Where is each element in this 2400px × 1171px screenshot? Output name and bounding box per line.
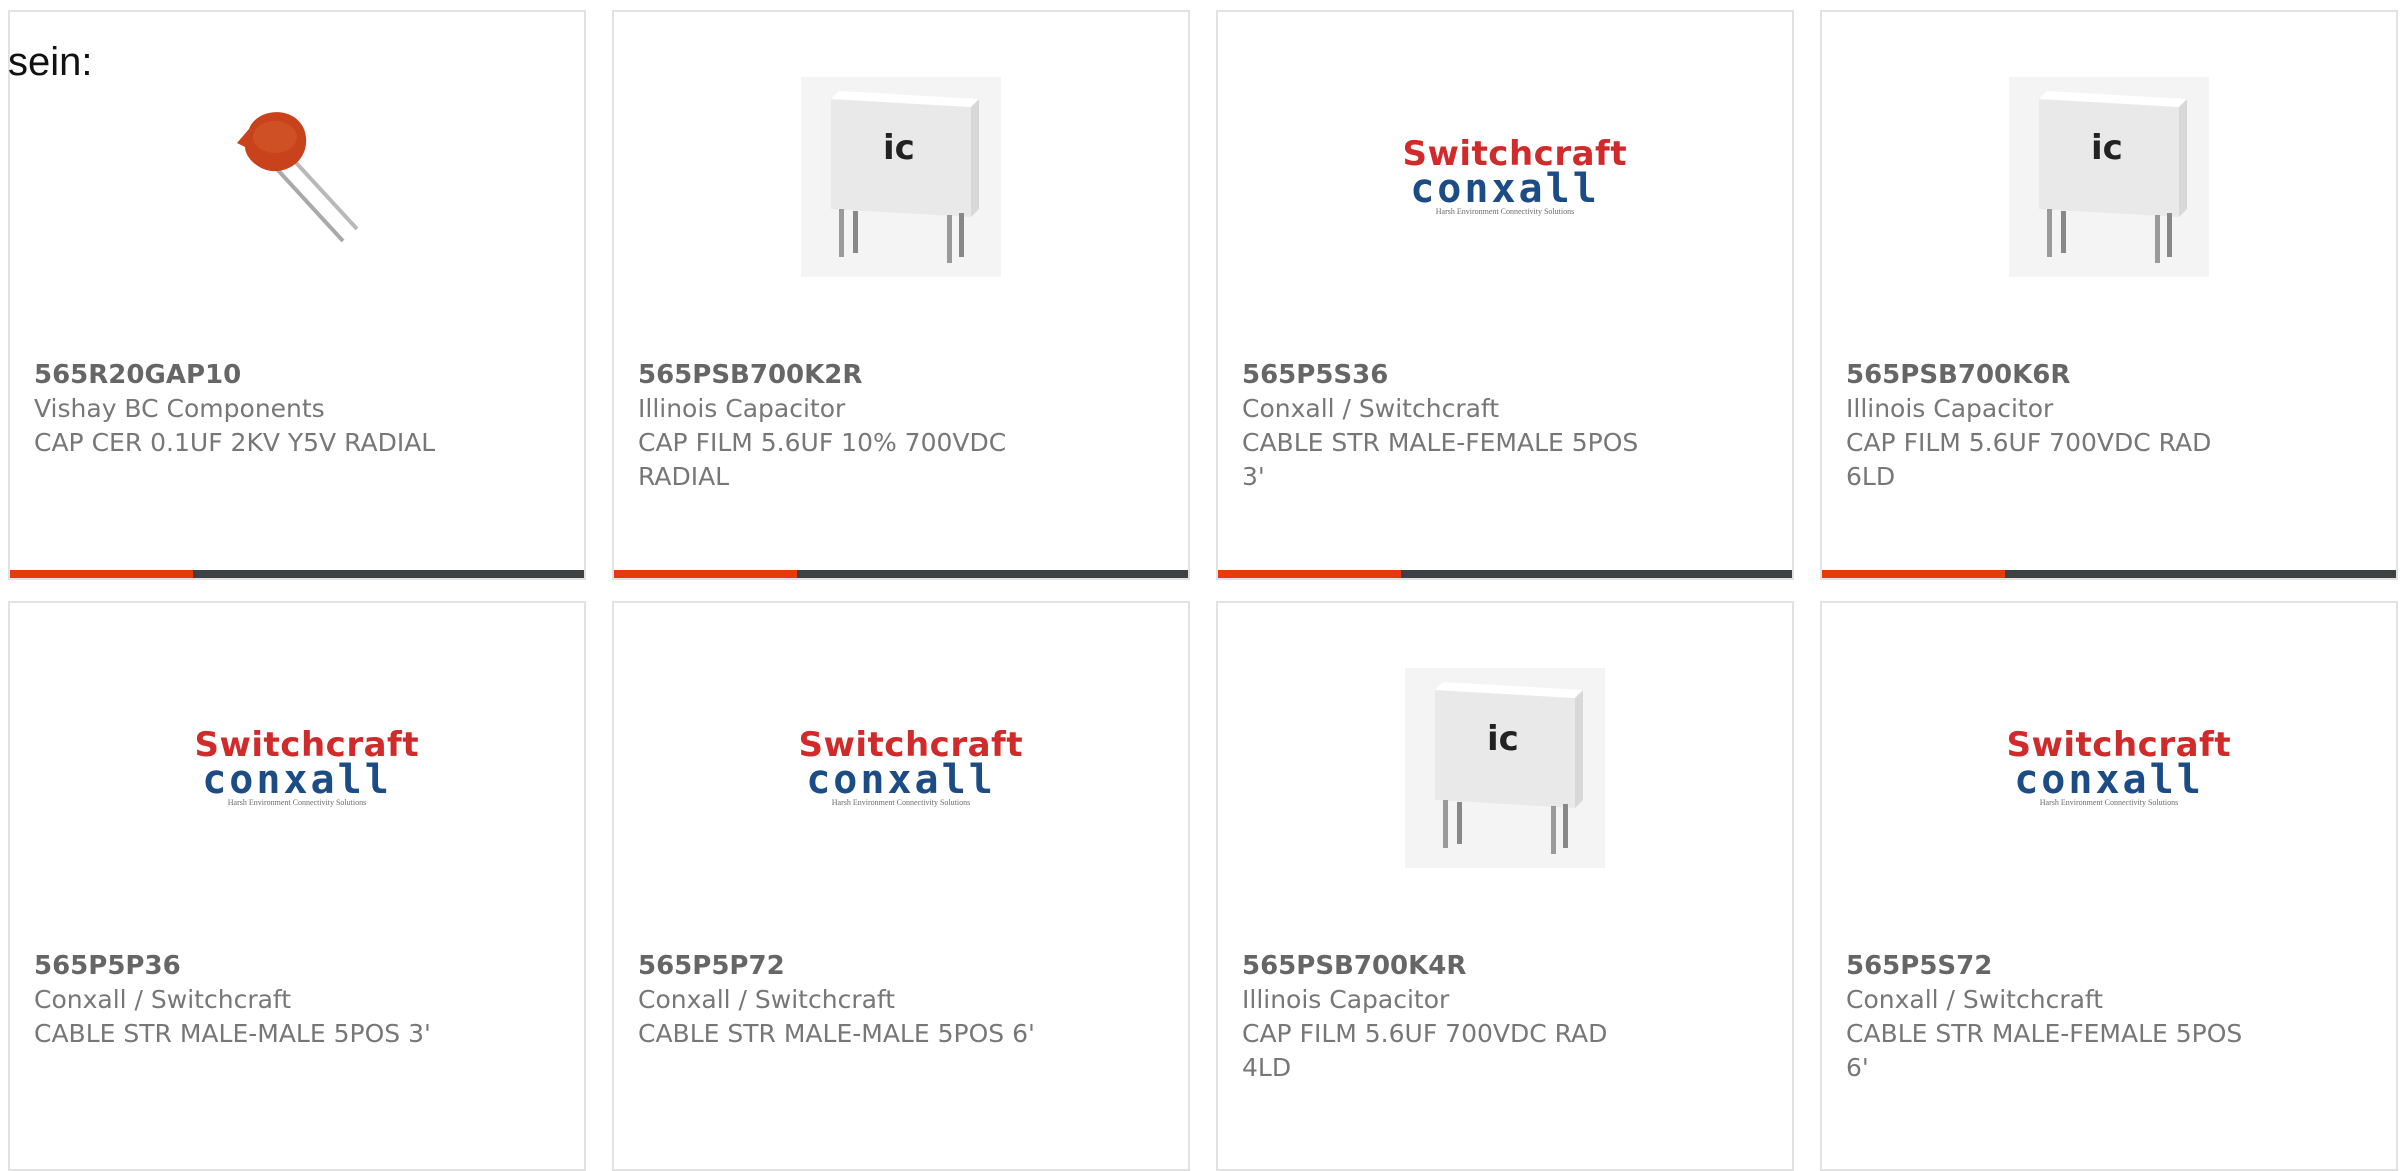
product-image[interactable]: Switchcraft conxall Harsh Environment Co… (1822, 643, 2396, 893)
switchcraft-logo: Switchcraft conxall Harsh Environment Co… (2007, 728, 2231, 808)
part-number[interactable]: 565P5S36 (1242, 358, 1768, 392)
manufacturer-name: Conxall / Switchcraft (1846, 985, 2104, 1014)
part-number[interactable]: 565PSB700K2R (638, 358, 1164, 392)
product-card[interactable]: Switchcraft conxall Harsh Environment Co… (612, 601, 1190, 1171)
product-description: CAP FILM 5.6UF 700VDC RAD 4LD (1242, 1019, 1608, 1082)
card-footer-bar (10, 570, 584, 578)
manufacturer-name: Illinois Capacitor (1242, 985, 1450, 1014)
card-accent-bar (10, 570, 193, 578)
product-card[interactable]: ic 565PSB700K6R Illinois Capacitor CAP F… (1820, 10, 2398, 580)
product-image[interactable]: Switchcraft conxall Harsh Environment Co… (614, 643, 1188, 893)
part-number[interactable]: 565P5S72 (1846, 949, 2372, 983)
product-image[interactable]: ic (1218, 643, 1792, 893)
ic-brand-mark: ic (2091, 128, 2123, 168)
manufacturer-name: Illinois Capacitor (638, 394, 846, 423)
conxall-wordmark: conxall (1410, 166, 1600, 212)
product-card[interactable]: Switchcraft conxall Harsh Environment Co… (1216, 10, 1794, 580)
card-accent-bar (614, 570, 797, 578)
manufacturer-name: Conxall / Switchcraft (638, 985, 896, 1014)
card-footer-bar (614, 570, 1188, 578)
product-card[interactable]: ic 565PSB700K4R Illinois Capacitor CAP F… (1216, 601, 1794, 1171)
product-card[interactable]: ic 565PSB700K2R Illinois Capacitor CAP F… (612, 10, 1190, 580)
card-footer-bar (1822, 570, 2396, 578)
manufacturer-name: Vishay BC Components (34, 394, 325, 423)
film-capacitor-image: ic (1405, 668, 1605, 868)
page-prefix-text: sein: (8, 40, 93, 84)
product-card[interactable]: Switchcraft conxall Harsh Environment Co… (1820, 601, 2398, 1171)
product-description: CAP FILM 5.6UF 10% 700VDC RADIAL (638, 428, 1007, 491)
conxall-wordmark: conxall (2014, 757, 2204, 803)
switchcraft-logo: Switchcraft conxall Harsh Environment Co… (195, 728, 419, 808)
product-description: CABLE STR MALE-MALE 5POS 3' (34, 1019, 431, 1048)
manufacturer-name: Illinois Capacitor (1846, 394, 2054, 423)
part-number[interactable]: 565P5P72 (638, 949, 1164, 983)
product-description: CAP CER 0.1UF 2KV Y5V RADIAL (34, 428, 436, 457)
ceramic-capacitor-image (237, 112, 359, 243)
product-image[interactable]: Switchcraft conxall Harsh Environment Co… (1218, 52, 1792, 302)
card-footer-bar (1218, 570, 1792, 578)
switchcraft-logo: Switchcraft conxall Harsh Environment Co… (799, 728, 1023, 808)
product-description: CABLE STR MALE-FEMALE 5POS 3' (1242, 428, 1639, 491)
product-card[interactable]: Switchcraft conxall Harsh Environment Co… (8, 601, 586, 1171)
product-image[interactable]: Switchcraft conxall Harsh Environment Co… (10, 643, 584, 893)
card-accent-bar (1822, 570, 2005, 578)
card-accent-bar (1218, 570, 1401, 578)
part-number[interactable]: 565R20GAP10 (34, 358, 560, 392)
manufacturer-name: Conxall / Switchcraft (1242, 394, 1500, 423)
product-description: CABLE STR MALE-FEMALE 5POS 6' (1846, 1019, 2243, 1082)
manufacturer-name: Conxall / Switchcraft (34, 985, 292, 1014)
part-number[interactable]: 565PSB700K6R (1846, 358, 2372, 392)
conxall-wordmark: conxall (806, 757, 996, 803)
film-capacitor-image: ic (2009, 77, 2209, 277)
product-image[interactable] (10, 52, 584, 302)
part-number[interactable]: 565PSB700K4R (1242, 949, 1768, 983)
product-description: CABLE STR MALE-MALE 5POS 6' (638, 1019, 1035, 1048)
ic-brand-mark: ic (883, 128, 915, 168)
product-image[interactable]: ic (1822, 52, 2396, 302)
product-image[interactable]: ic (614, 52, 1188, 302)
conxall-wordmark: conxall (202, 757, 392, 803)
switchcraft-logo: Switchcraft conxall Harsh Environment Co… (1403, 137, 1627, 217)
product-description: CAP FILM 5.6UF 700VDC RAD 6LD (1846, 428, 2212, 491)
ic-brand-mark: ic (1487, 719, 1519, 759)
product-card[interactable]: 565R20GAP10 Vishay BC Components CAP CER… (8, 10, 586, 580)
part-number[interactable]: 565P5P36 (34, 949, 560, 983)
film-capacitor-image: ic (801, 77, 1001, 277)
